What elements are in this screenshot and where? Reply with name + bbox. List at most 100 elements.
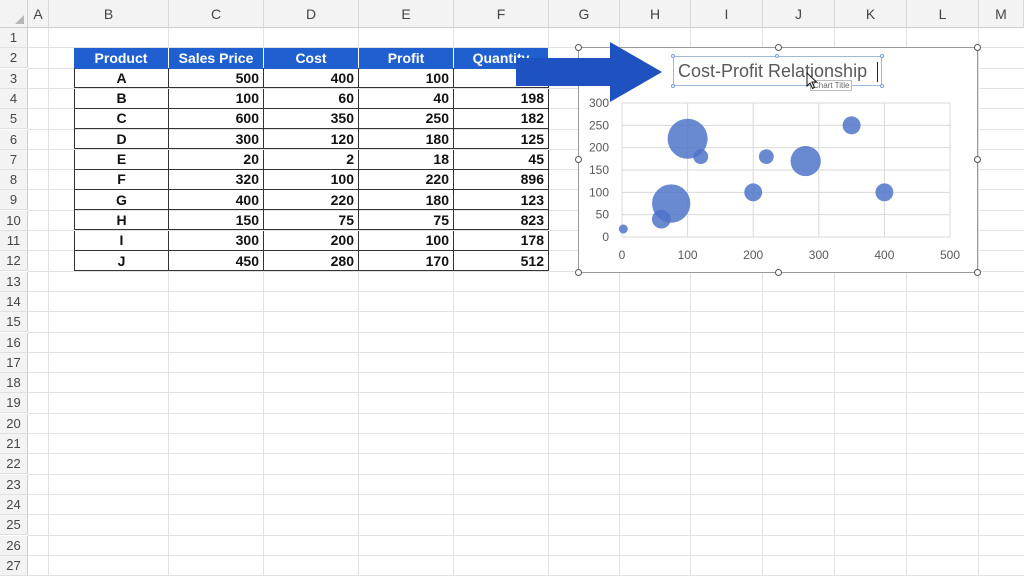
table-cell[interactable]: 450: [169, 251, 264, 271]
table-cell[interactable]: G: [74, 190, 169, 211]
table-cell[interactable]: 120: [264, 129, 359, 150]
table-cell[interactable]: 300: [169, 129, 264, 150]
table-cell[interactable]: 123: [454, 190, 549, 211]
row-header-26[interactable]: 26: [0, 535, 28, 556]
table-cell[interactable]: 250: [359, 108, 454, 129]
row-header-5[interactable]: 5: [0, 109, 28, 130]
column-header-k[interactable]: K: [835, 0, 907, 28]
table-cell[interactable]: 18: [359, 149, 454, 170]
table-cell[interactable]: 100: [359, 68, 454, 89]
bubble-point[interactable]: [618, 224, 628, 234]
bubble-point[interactable]: [842, 116, 861, 135]
bubble-point[interactable]: [758, 149, 774, 165]
row-header-2[interactable]: 2: [0, 48, 28, 69]
table-cell[interactable]: C: [74, 108, 169, 129]
row-header-14[interactable]: 14: [0, 291, 28, 312]
table-cell[interactable]: 100: [359, 230, 454, 251]
table-cell[interactable]: 180: [359, 129, 454, 150]
row-header-13[interactable]: 13: [0, 271, 28, 292]
bubble-point[interactable]: [652, 184, 691, 223]
table-cell[interactable]: 100: [169, 88, 264, 109]
table-cell[interactable]: H: [74, 210, 169, 231]
bubble-point[interactable]: [744, 183, 763, 202]
column-header-e[interactable]: E: [359, 0, 454, 28]
title-handle[interactable]: [775, 54, 779, 58]
bubble-point[interactable]: [790, 145, 821, 177]
table-cell[interactable]: F: [74, 169, 169, 190]
table-cell[interactable]: I: [74, 230, 169, 251]
table-cell[interactable]: D: [74, 129, 169, 150]
row-header-17[interactable]: 17: [0, 352, 28, 373]
title-handle[interactable]: [671, 54, 675, 58]
chart-resize-handle[interactable]: [775, 269, 782, 276]
column-header-i[interactable]: I: [691, 0, 763, 28]
row-header-24[interactable]: 24: [0, 494, 28, 515]
column-header-a[interactable]: A: [28, 0, 49, 28]
column-header-j[interactable]: J: [763, 0, 835, 28]
column-header-h[interactable]: H: [620, 0, 691, 28]
row-header-7[interactable]: 7: [0, 149, 28, 170]
title-handle[interactable]: [880, 54, 884, 58]
table-cell[interactable]: 350: [264, 108, 359, 129]
table-cell[interactable]: 400: [169, 190, 264, 211]
table-cell[interactable]: A: [74, 68, 169, 89]
row-header-22[interactable]: 22: [0, 454, 28, 475]
chart-resize-handle[interactable]: [974, 44, 981, 51]
chart-resize-handle[interactable]: [775, 44, 782, 51]
column-header-g[interactable]: G: [549, 0, 620, 28]
chart-resize-handle[interactable]: [575, 156, 582, 163]
table-header-cell[interactable]: Profit: [359, 48, 454, 69]
table-cell[interactable]: 45: [454, 149, 549, 170]
table-header-cell[interactable]: Product: [74, 48, 169, 69]
table-cell[interactable]: 512: [454, 251, 549, 271]
table-cell[interactable]: 182: [454, 108, 549, 129]
table-cell[interactable]: 125: [454, 129, 549, 150]
row-header-11[interactable]: 11: [0, 231, 28, 251]
chart-resize-handle[interactable]: [974, 269, 981, 276]
row-header-1[interactable]: 1: [0, 28, 28, 48]
row-header-25[interactable]: 25: [0, 515, 28, 536]
table-cell[interactable]: J: [74, 251, 169, 271]
table-cell[interactable]: 220: [264, 190, 359, 211]
row-header-10[interactable]: 10: [0, 210, 28, 231]
table-cell[interactable]: 75: [264, 210, 359, 231]
chart-resize-handle[interactable]: [575, 269, 582, 276]
table-cell[interactable]: B: [74, 88, 169, 109]
column-header-f[interactable]: F: [454, 0, 549, 28]
table-cell[interactable]: 896: [454, 169, 549, 190]
table-cell[interactable]: 300: [169, 230, 264, 251]
bubble-point[interactable]: [667, 118, 708, 159]
table-cell[interactable]: 220: [359, 169, 454, 190]
table-cell[interactable]: 2: [264, 149, 359, 170]
table-cell[interactable]: 823: [454, 210, 549, 231]
row-header-21[interactable]: 21: [0, 434, 28, 454]
table-cell[interactable]: 400: [264, 68, 359, 89]
table-cell[interactable]: 20: [169, 149, 264, 170]
column-header-c[interactable]: C: [169, 0, 264, 28]
table-cell[interactable]: 40: [359, 88, 454, 109]
row-header-23[interactable]: 23: [0, 474, 28, 495]
column-header-m[interactable]: M: [979, 0, 1024, 28]
table-cell[interactable]: 75: [359, 210, 454, 231]
table-cell[interactable]: 320: [169, 169, 264, 190]
bubble-point[interactable]: [875, 183, 894, 202]
row-header-20[interactable]: 20: [0, 413, 28, 434]
row-header-15[interactable]: 15: [0, 312, 28, 333]
row-header-12[interactable]: 12: [0, 251, 28, 272]
table-cell[interactable]: 200: [264, 230, 359, 251]
column-header-d[interactable]: D: [264, 0, 359, 28]
chart-title[interactable]: Cost-Profit Relationship: [678, 61, 867, 82]
table-cell[interactable]: 178: [454, 230, 549, 251]
table-cell[interactable]: E: [74, 149, 169, 170]
table-cell[interactable]: 180: [359, 190, 454, 211]
row-header-6[interactable]: 6: [0, 129, 28, 150]
table-header-cell[interactable]: Sales Price: [169, 48, 264, 69]
select-all-corner[interactable]: [0, 0, 28, 28]
chart-resize-handle[interactable]: [974, 156, 981, 163]
table-cell[interactable]: 170: [359, 251, 454, 271]
row-header-19[interactable]: 19: [0, 393, 28, 414]
row-header-27[interactable]: 27: [0, 555, 28, 576]
table-cell[interactable]: 100: [264, 169, 359, 190]
table-cell[interactable]: 150: [169, 210, 264, 231]
row-header-4[interactable]: 4: [0, 88, 28, 109]
